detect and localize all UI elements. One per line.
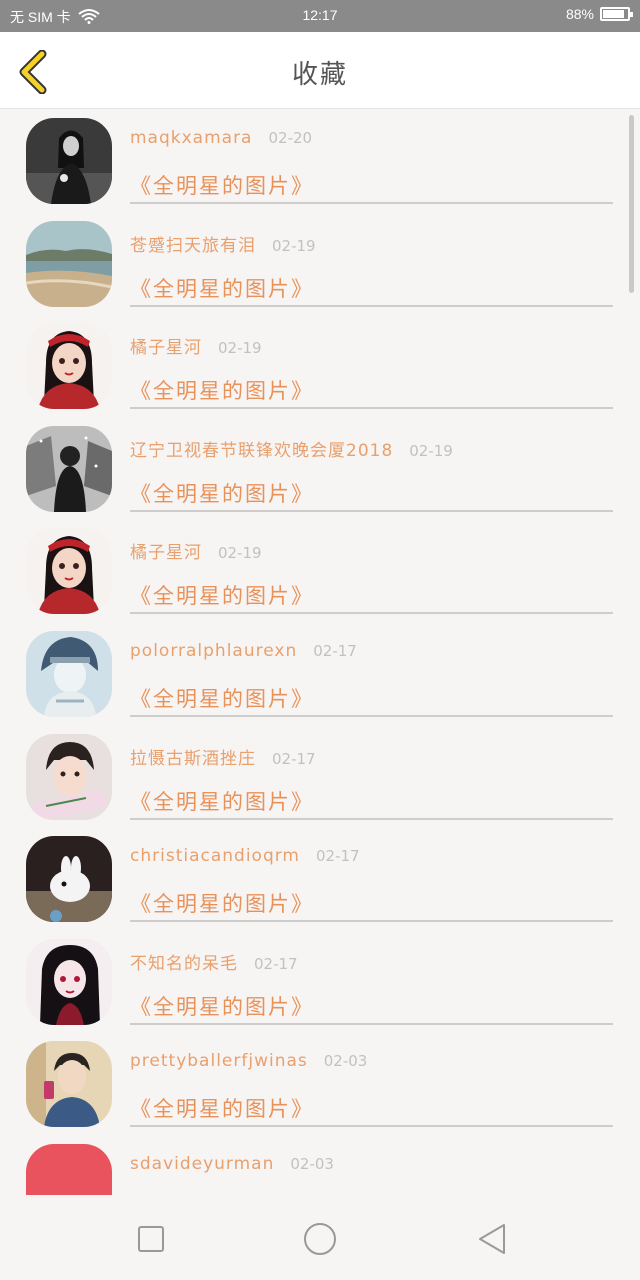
user-row: 苍蹙扫天旅有泪 02-19 [130, 231, 316, 256]
list-item[interactable]: 不知名的呆毛 02-17 《全明星的图片》 [0, 931, 640, 1034]
user-row: 拉慑古斯酒挫庄 02-17 [130, 744, 316, 769]
list-item[interactable]: 辽宁卫视春节联锋欢晚会厦2018 02-19 《全明星的图片》 [0, 418, 640, 521]
date: 02-19 [218, 544, 262, 563]
divider [130, 407, 613, 410]
username[interactable]: 橘子星河 [130, 338, 202, 358]
divider [130, 612, 613, 615]
album-title[interactable]: 《全明星的图片》 [130, 478, 314, 508]
avatar[interactable] [26, 1041, 112, 1128]
date: 02-17 [316, 847, 360, 866]
username[interactable]: christiacandioqrm [130, 846, 300, 866]
date: 02-19 [409, 441, 453, 460]
list-item[interactable]: sdavideyurman 02-03 [0, 1136, 640, 1195]
list-item[interactable]: 橘子星河 02-19 《全明星的图片》 [0, 315, 640, 418]
header: 收藏 [0, 32, 640, 109]
date: 02-03 [290, 1155, 334, 1173]
username[interactable]: 苍蹙扫天旅有泪 [130, 236, 256, 256]
album-title[interactable]: 《全明星的图片》 [130, 991, 314, 1021]
album-title[interactable]: 《全明星的图片》 [130, 375, 314, 405]
username[interactable]: 辽宁卫视春节联锋欢晚会厦2018 [130, 441, 393, 461]
album-title[interactable]: 《全明星的图片》 [130, 170, 314, 200]
status-right: 88% [565, 6, 633, 22]
album-title[interactable]: 《全明星的图片》 [130, 888, 314, 918]
date: 02-17 [254, 954, 298, 973]
list-item[interactable]: prettyballerfjwinas 02-03 《全明星的图片》 [0, 1033, 640, 1136]
status-bar: 无 SIM 卡 12:17 88% [0, 0, 640, 32]
avatar[interactable] [26, 220, 112, 307]
list-item[interactable]: 橘子星河 02-19 《全明星的图片》 [0, 520, 640, 623]
username[interactable]: prettyballerfjwinas [130, 1051, 308, 1071]
date: 02-20 [268, 129, 313, 147]
home-button[interactable] [300, 1219, 340, 1259]
username[interactable]: 橘子星河 [130, 543, 202, 563]
avatar[interactable] [26, 118, 112, 204]
user-row: polorralphlaurexn 02-17 [130, 641, 357, 661]
album-title[interactable]: 《全明星的图片》 [130, 273, 314, 303]
album-title[interactable]: 《全明星的图片》 [130, 1093, 314, 1123]
avatar[interactable] [26, 323, 112, 410]
album-title[interactable]: 《全明星的图片》 [130, 683, 314, 713]
avatar[interactable] [26, 631, 112, 717]
list-item[interactable]: 苍蹙扫天旅有泪 02-19 《全明星的图片》 [0, 213, 640, 316]
username[interactable]: sdavideyurman [130, 1154, 274, 1174]
list-item[interactable]: 拉慑古斯酒挫庄 02-17 《全明星的图片》 [0, 726, 640, 829]
list-item[interactable]: maqkxamara 02-20 《全明星的图片》 [0, 110, 640, 213]
battery-icon [600, 7, 633, 21]
avatar[interactable] [26, 733, 112, 820]
page-title: 收藏 [291, 60, 348, 90]
date: 02-17 [272, 749, 316, 768]
scrollbar[interactable] [629, 115, 634, 293]
navigation-bar [0, 1195, 640, 1280]
date: 02-03 [323, 1052, 368, 1071]
divider [130, 202, 613, 204]
divider [130, 1125, 613, 1128]
album-title[interactable]: 《全明星的图片》 [130, 580, 314, 610]
recent-apps-button[interactable] [131, 1219, 171, 1259]
user-row: 不知名的呆毛 02-17 [130, 949, 298, 974]
divider [130, 817, 613, 820]
user-row: 橘子星河 02-19 [130, 538, 262, 563]
user-row: maqkxamara 02-20 [130, 128, 312, 148]
avatar[interactable] [26, 425, 112, 512]
list-item[interactable]: christiacandioqrm 02-17 《全明星的图片》 [0, 828, 640, 931]
avatar[interactable] [26, 836, 112, 923]
avatar[interactable] [26, 938, 112, 1025]
list-item[interactable]: polorralphlaurexn 02-17 《全明星的图片》 [0, 623, 640, 726]
user-row: 橘子星河 02-19 [130, 333, 262, 358]
user-row: christiacandioqrm 02-17 [130, 846, 360, 866]
avatar[interactable] [26, 1144, 112, 1195]
divider [130, 715, 613, 717]
avatar[interactable] [26, 528, 112, 615]
date: 02-17 [313, 642, 357, 660]
user-row: sdavideyurman 02-03 [130, 1154, 334, 1174]
square-icon [138, 1226, 164, 1252]
username[interactable]: maqkxamara [130, 128, 252, 148]
divider [130, 509, 613, 512]
nav-back-button[interactable] [472, 1219, 512, 1259]
divider [130, 920, 613, 923]
circle-icon [304, 1223, 336, 1255]
username[interactable]: polorralphlaurexn [130, 641, 297, 661]
divider [130, 1022, 613, 1025]
user-row: 辽宁卫视春节联锋欢晚会厦2018 02-19 [130, 436, 453, 461]
divider [130, 304, 613, 307]
username[interactable]: 拉慑古斯酒挫庄 [130, 749, 256, 769]
status-time: 12:17 [302, 7, 338, 23]
battery-percent: 88% [565, 6, 594, 22]
triangle-back-icon [479, 1224, 505, 1254]
date: 02-19 [272, 236, 316, 255]
date: 02-19 [218, 339, 262, 358]
album-title[interactable]: 《全明星的图片》 [130, 786, 314, 816]
favorites-list[interactable]: maqkxamara 02-20 《全明星的图片》 苍蹙扫天旅有泪 02-19 《全明星… [0, 110, 640, 1195]
user-row: prettyballerfjwinas 02-03 [130, 1051, 367, 1071]
username[interactable]: 不知名的呆毛 [130, 954, 238, 974]
